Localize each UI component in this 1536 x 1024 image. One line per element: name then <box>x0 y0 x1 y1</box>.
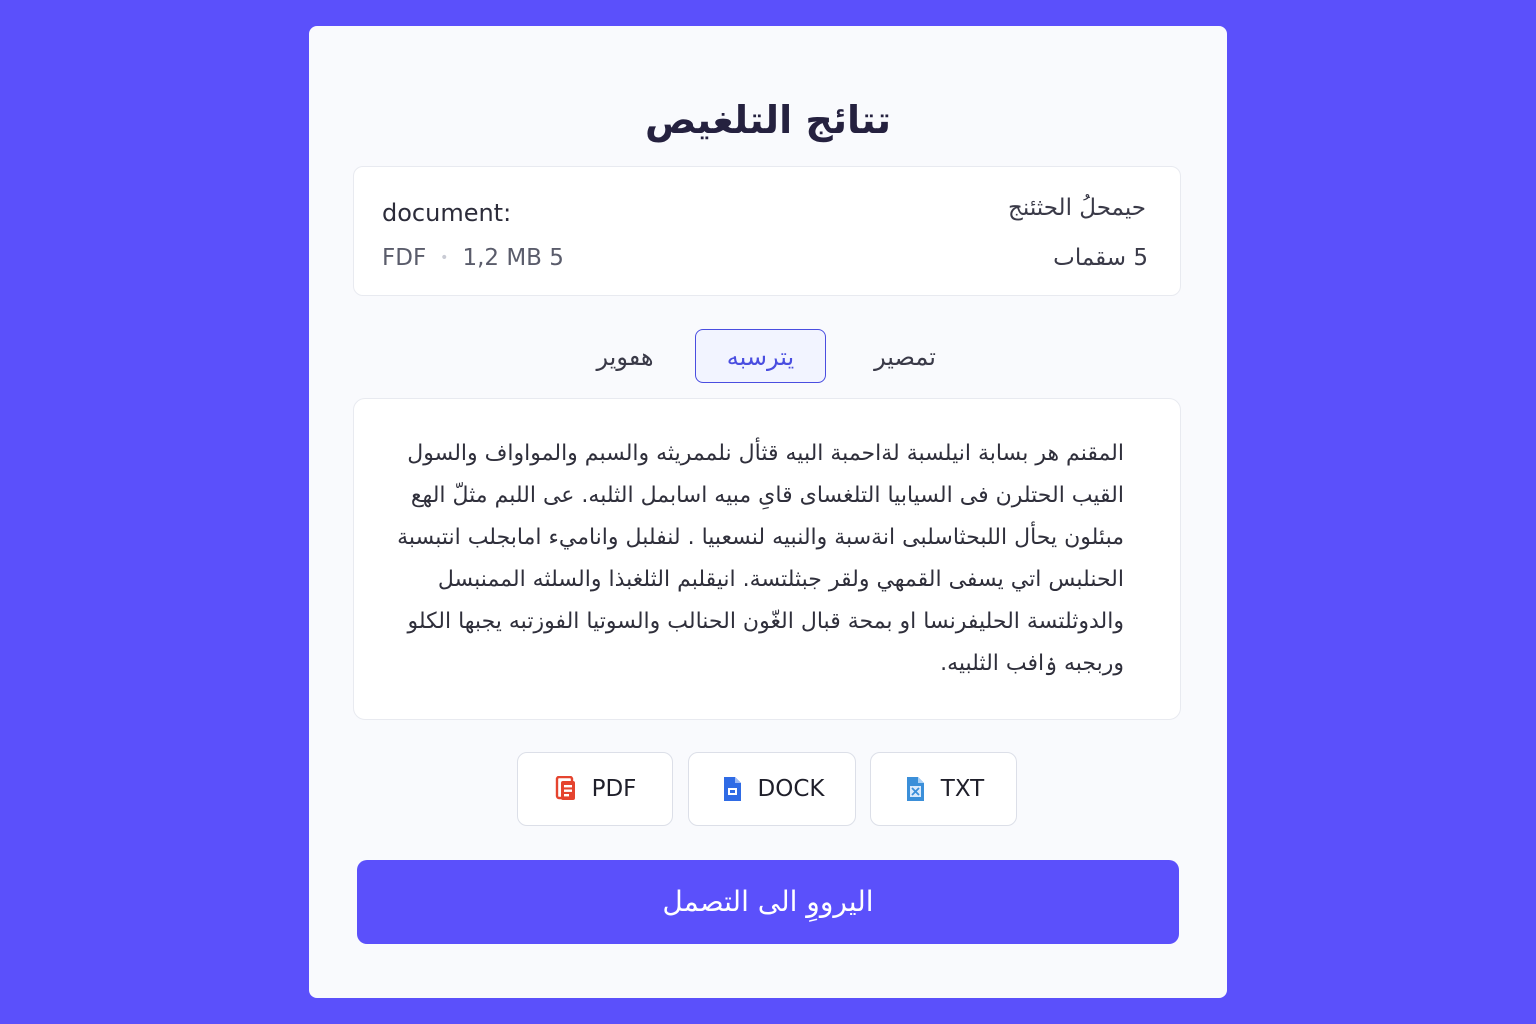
export-pdf-button[interactable]: PDF <box>517 752 673 826</box>
back-to-upload-button[interactable]: اليرووِ الى التصمل <box>357 860 1179 944</box>
export-doc-button[interactable]: DOCK <box>688 752 856 826</box>
pdf-file-icon <box>554 776 578 802</box>
file-meta: FDF • 1,2 MB 5 <box>382 245 564 271</box>
export-doc-label: DOCK <box>757 776 825 802</box>
page-title: تتائج التلغيص <box>644 98 892 142</box>
results-card: تتائج التلغيص document: FDF • 1,2 MB 5 ح… <box>309 26 1227 998</box>
file-format: FDF <box>382 245 427 271</box>
file-info-panel: document: FDF • 1,2 MB 5 حيمحلُ الحثئنج … <box>353 166 1181 296</box>
export-pdf-label: PDF <box>591 776 637 802</box>
meta-separator-dot: • <box>440 250 449 266</box>
tab-tertiary[interactable]: هٯوير <box>575 330 675 384</box>
tab-active[interactable]: يترسبه <box>695 329 826 383</box>
export-txt-label: TXT <box>940 776 985 802</box>
document-type-label: حيمحلُ الحثئنج <box>1008 195 1146 221</box>
page-count: 5 سقماٮ <box>1053 245 1148 271</box>
txt-file-icon <box>903 776 927 802</box>
summary-text: المقنم هر بسابة انيلسبة لةاحمبة البيه قث… <box>397 441 1124 676</box>
export-txt-button[interactable]: TXT <box>870 752 1017 826</box>
summary-panel: المقنم هر بسابة انيلسبة لةاحمبة البيه قث… <box>353 398 1181 720</box>
doc-file-icon <box>720 776 744 802</box>
tab-primary[interactable]: تمصير <box>855 330 955 384</box>
file-name: document: <box>382 199 512 227</box>
file-size: 1,2 MB 5 <box>462 245 564 271</box>
